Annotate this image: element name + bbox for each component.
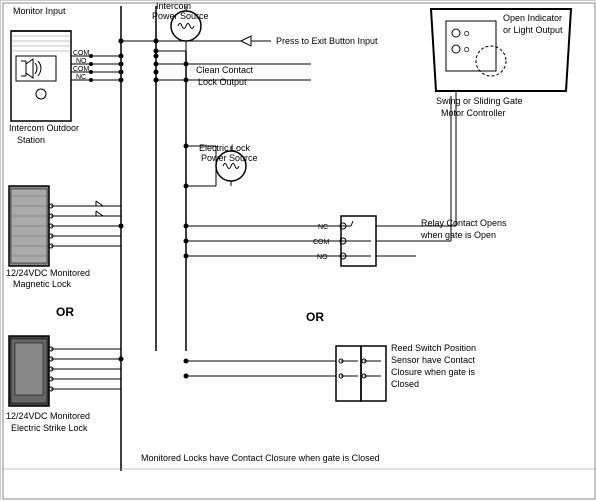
monitor-input-label: Monitor Input xyxy=(13,6,66,16)
svg-text:Electric Strike Lock: Electric Strike Lock xyxy=(11,423,88,433)
svg-text:Clean Contact: Clean Contact xyxy=(196,65,254,75)
svg-text:when gate is Open: when gate is Open xyxy=(420,230,496,240)
svg-text:Monitored Locks have Contact C: Monitored Locks have Contact Closure whe… xyxy=(141,453,380,463)
svg-text:Station: Station xyxy=(17,135,45,145)
svg-text:Closure when gate is: Closure when gate is xyxy=(391,367,476,377)
svg-text:NO: NO xyxy=(76,58,87,65)
svg-text:Closed: Closed xyxy=(391,379,419,389)
svg-text:Intercom Outdoor: Intercom Outdoor xyxy=(9,123,79,133)
svg-text:Power Source: Power Source xyxy=(152,11,209,21)
svg-text:OR: OR xyxy=(56,305,74,319)
svg-text:O: O xyxy=(464,31,470,38)
svg-text:COM: COM xyxy=(73,50,90,57)
wiring-diagram: Monitor Input COM NO COM NC Intercom Out… xyxy=(0,0,596,500)
svg-text:Reed Switch Position: Reed Switch Position xyxy=(391,343,476,353)
svg-text:Swing or Sliding Gate: Swing or Sliding Gate xyxy=(436,96,523,106)
svg-text:Press to Exit Button Input: Press to Exit Button Input xyxy=(276,36,378,46)
svg-text:or Light Output: or Light Output xyxy=(503,25,563,35)
svg-text:Intercom: Intercom xyxy=(156,1,191,11)
svg-text:NC: NC xyxy=(318,224,328,231)
svg-text:OR: OR xyxy=(306,310,324,324)
svg-text:COM: COM xyxy=(73,66,90,73)
svg-text:Open Indicator: Open Indicator xyxy=(503,13,562,23)
svg-text:Sensor have Contact: Sensor have Contact xyxy=(391,355,476,365)
svg-text:Magnetic Lock: Magnetic Lock xyxy=(13,279,72,289)
svg-text:12/24VDC Monitored: 12/24VDC Monitored xyxy=(6,268,90,278)
svg-text:O: O xyxy=(464,47,470,54)
svg-text:Power Source: Power Source xyxy=(201,153,258,163)
svg-text:NC: NC xyxy=(76,74,86,81)
svg-text:Electric Lock: Electric Lock xyxy=(199,143,251,153)
svg-text:COM: COM xyxy=(313,239,330,246)
svg-text:NO: NO xyxy=(317,254,328,261)
svg-text:Lock Output: Lock Output xyxy=(198,77,247,87)
svg-text:12/24VDC Monitored: 12/24VDC Monitored xyxy=(6,411,90,421)
